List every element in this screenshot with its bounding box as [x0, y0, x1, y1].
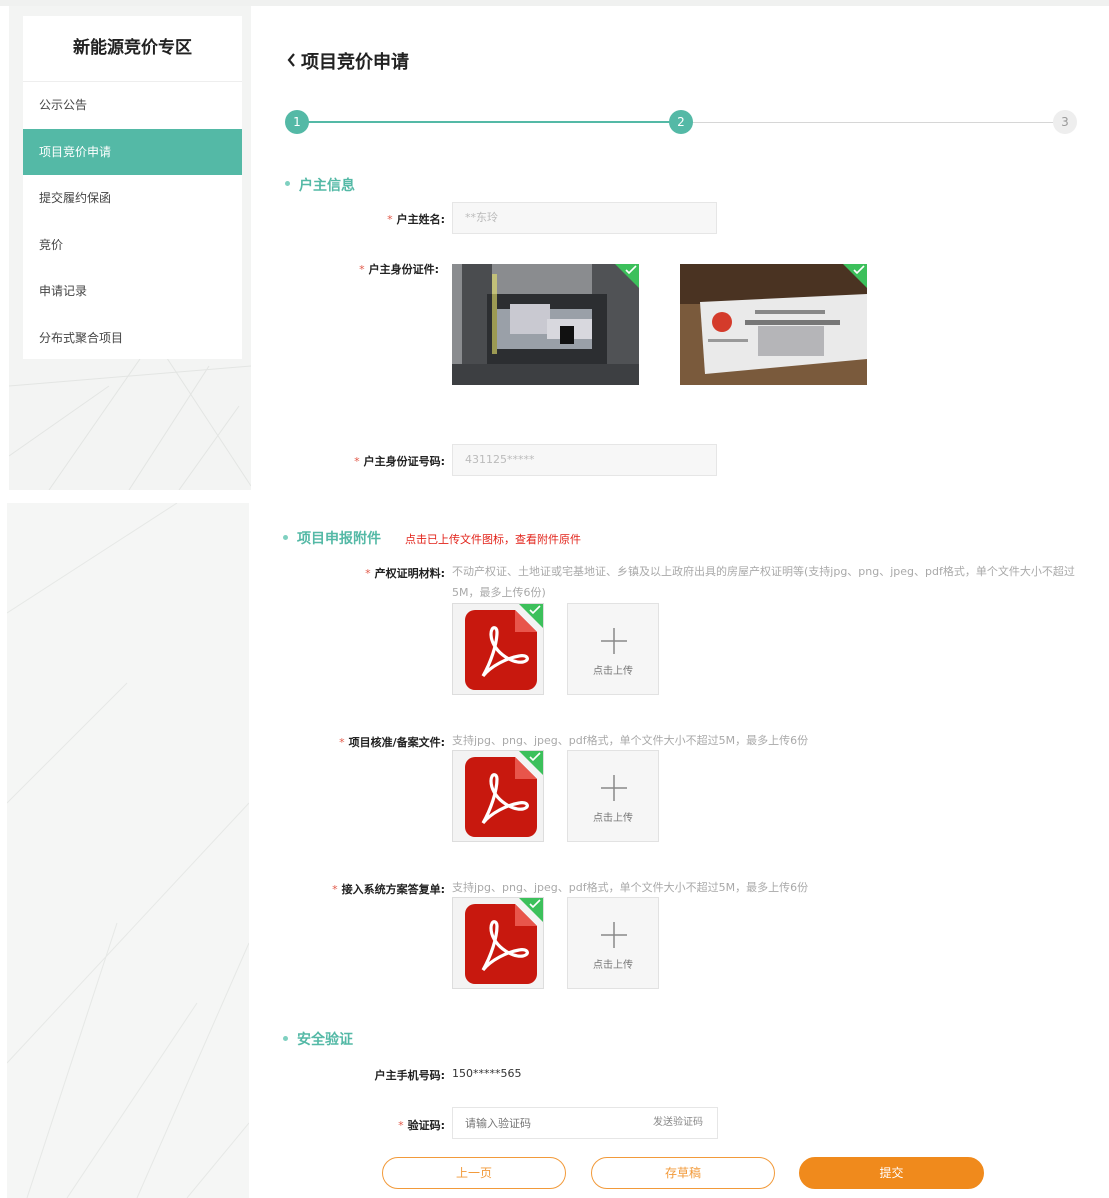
phone-value: 150*****565 [452, 1067, 522, 1080]
send-code-button[interactable]: 发送验证码 [653, 1108, 703, 1138]
step-connector-2-3 [692, 122, 1064, 123]
verification-code-label: * 验证码: [398, 1119, 445, 1132]
upload-label: 点击上传 [593, 813, 633, 824]
plus-icon [601, 922, 627, 948]
verification-code-group: 发送验证码 [452, 1107, 718, 1139]
prev-page-button[interactable]: 上一页 [382, 1157, 566, 1189]
owner-id-number-field[interactable]: 431125***** [452, 444, 717, 476]
check-icon [625, 265, 637, 275]
id-photo-back[interactable] [680, 264, 867, 385]
owner-section-title: 户主信息 [299, 178, 355, 194]
security-section-title: 安全验证 [297, 1032, 353, 1048]
property-proof-file[interactable] [452, 603, 544, 695]
owner-name-field[interactable]: **东玲 [452, 202, 717, 234]
phone-label: 户主手机号码: [374, 1069, 445, 1082]
id-photo-front-image [452, 264, 639, 385]
check-icon [529, 899, 541, 909]
grid-access-reply-label: * 接入系统方案答复单: [332, 883, 445, 896]
owner-id-number-label: * 户主身份证号码: [354, 455, 445, 468]
step-2: 2 [669, 110, 693, 134]
project-approval-file[interactable] [452, 750, 544, 842]
sidebar-item-application-records[interactable]: 申请记录 [23, 268, 242, 315]
background-decoration-lower [7, 503, 249, 1198]
page-title: 项目竞价申请 [301, 52, 409, 73]
mid-strip [0, 490, 1109, 503]
owner-name-label: * 户主姓名: [387, 213, 445, 226]
project-approval-hint: 支持jpg、png、jpeg、pdf格式，单个文件大小不超过5M，最多上传6份 [452, 734, 809, 747]
sidebar-item-announcements[interactable]: 公示公告 [23, 82, 242, 129]
section-dot [285, 181, 290, 186]
step-1: 1 [285, 110, 309, 134]
attachments-note: 点击已上传文件图标，查看附件原件 [405, 533, 581, 546]
step-connector-1-2 [308, 121, 680, 123]
save-draft-button[interactable]: 存草稿 [591, 1157, 775, 1189]
sidebar-item-bidding[interactable]: 竞价 [23, 222, 242, 269]
grid-access-reply-file[interactable] [452, 897, 544, 989]
sidebar-item-distributed-projects[interactable]: 分布式聚合项目 [23, 315, 242, 362]
property-proof-label: * 产权证明材料: [365, 567, 445, 580]
section-dot [283, 535, 288, 540]
plus-icon [601, 628, 627, 654]
id-photo-front[interactable] [452, 264, 639, 385]
sidebar-background-lower [7, 503, 249, 1198]
property-proof-hint: 不动产权证、土地证或宅基地证、乡镇及以上政府出具的房屋产权证明等(支持jpg、p… [452, 565, 1075, 599]
project-approval-label: * 项目核准/备案文件: [339, 736, 445, 749]
check-icon [529, 605, 541, 615]
section-dot [283, 1036, 288, 1041]
upload-label: 点击上传 [593, 666, 633, 677]
plus-icon [601, 775, 627, 801]
grid-access-reply-hint: 支持jpg、png、jpeg、pdf格式，单个文件大小不超过5M，最多上传6份 [452, 881, 809, 894]
sidebar-title: 新能源竞价专区 [23, 16, 242, 82]
step-3: 3 [1053, 110, 1077, 134]
check-icon [529, 752, 541, 762]
property-proof-upload-button[interactable]: 点击上传 [567, 603, 659, 695]
chevron-left-icon[interactable] [286, 51, 296, 69]
id-photo-back-image [680, 264, 867, 385]
check-icon [853, 265, 865, 275]
sidebar-item-bid-application[interactable]: 项目竞价申请 [23, 128, 242, 175]
grid-access-reply-upload-button[interactable]: 点击上传 [567, 897, 659, 989]
upload-label: 点击上传 [593, 960, 633, 971]
verification-code-input[interactable] [453, 1108, 633, 1138]
project-approval-upload-button[interactable]: 点击上传 [567, 750, 659, 842]
submit-button[interactable]: 提交 [799, 1157, 984, 1189]
owner-id-doc-label: * 户主身份证件: [359, 263, 439, 276]
sidebar-item-performance-guarantee[interactable]: 提交履约保函 [23, 175, 242, 222]
attachments-section-title: 项目申报附件 [297, 531, 381, 547]
sidebar: 新能源竞价专区 公示公告 项目竞价申请 提交履约保函 竞价 申请记录 分布式聚合… [23, 16, 242, 359]
